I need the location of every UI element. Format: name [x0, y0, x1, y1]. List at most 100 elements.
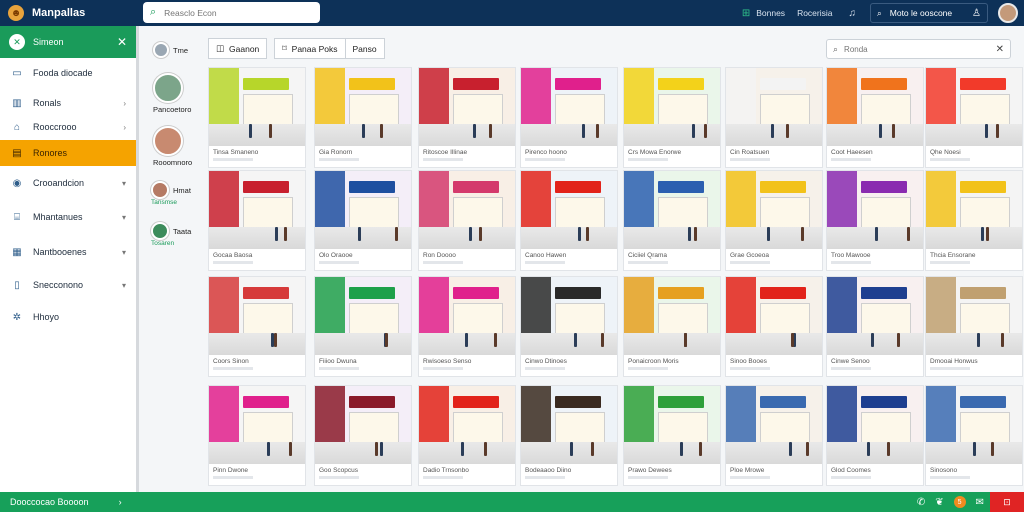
store-card[interactable]: Pinn Dwone	[208, 385, 306, 486]
chevron-down-icon: ▾	[121, 280, 126, 290]
store-card[interactable]: Pirenco hoono	[520, 67, 618, 168]
brand[interactable]: ☻ Manpallas	[8, 5, 138, 21]
store-card[interactable]: Prawo Dewees	[623, 385, 721, 486]
store-card[interactable]: Ron Doooo	[418, 170, 516, 271]
store-card[interactable]: Fiiioo Dwuna	[314, 276, 412, 377]
store-card[interactable]: Olo Oraooe	[314, 170, 412, 271]
chat-icon[interactable]: ✆	[917, 497, 925, 508]
store-thumbnail	[209, 68, 305, 146]
filter-chip-panaa-poks[interactable]: ⌑ Panaa Poks	[274, 38, 346, 59]
store-card[interactable]: Sinosono	[925, 385, 1023, 486]
store-card[interactable]: Coors Sinon	[208, 276, 306, 377]
store-card[interactable]: Crs Mowa Enorwe	[623, 67, 721, 168]
topbar-link-rocerisia[interactable]: Rocerisia	[797, 8, 832, 18]
sidebar-item-nantbooenes[interactable]: ▦ Nantbooenes ▾	[0, 239, 136, 265]
store-card-meta	[525, 261, 565, 264]
list-item[interactable]: Rooomnoro	[153, 126, 192, 167]
sidebar-item-label: Ronals	[33, 98, 62, 108]
person-subtitle: Tosaren	[151, 240, 175, 247]
store-thumbnail	[419, 277, 515, 355]
avatar	[153, 42, 169, 58]
leaf-icon[interactable]: ❦	[935, 497, 943, 508]
store-card[interactable]: Ponaicroon Moris	[623, 276, 721, 377]
store-card[interactable]: Bodeaaoo Diino	[520, 385, 618, 486]
store-card-title: Thcia Ensorane	[930, 252, 976, 259]
store-card[interactable]: Coot Haeesen	[826, 67, 924, 168]
store-card[interactable]: Qhe Noesi	[925, 67, 1023, 168]
avatar	[153, 73, 183, 103]
store-icon: ⌂	[13, 121, 21, 133]
store-card[interactable]: Tinsa Smaneno	[208, 67, 306, 168]
chevron-right-icon[interactable]: ›	[119, 497, 122, 507]
sidebar-item-crooandcion[interactable]: ◉ Crooandcion ▾	[0, 170, 136, 196]
store-card-title: Gocaa Baosa	[213, 252, 253, 259]
store-thumbnail	[726, 386, 822, 464]
filter-bar: ◫ Gaanon ⌑ Panaa Poks Panso	[208, 38, 385, 60]
store-thumbnail	[419, 68, 515, 146]
store-card[interactable]: Cinwe Senoo	[826, 276, 924, 377]
sidebar-item-ronores[interactable]: ▤ Ronores	[0, 140, 136, 166]
global-search-input[interactable]	[164, 7, 305, 18]
store-card[interactable]: Cinwo Dtinoes	[520, 276, 618, 377]
status-label[interactable]: Dooccocao Boooon	[10, 497, 89, 507]
store-card[interactable]: Dmooai Honwus	[925, 276, 1023, 377]
store-card[interactable]: Gia Ronorn	[314, 67, 412, 168]
user-icon: ♙	[972, 7, 981, 19]
avatar[interactable]	[998, 3, 1018, 23]
store-card[interactable]: Glod Coomes	[826, 385, 924, 486]
sidebar-item-hhoyo[interactable]: ✲ Hhoyo	[0, 304, 136, 330]
store-card[interactable]: Sinoo Booes	[725, 276, 823, 377]
store-card[interactable]: Ritoscoe Illinae	[418, 67, 516, 168]
store-card[interactable]: Troo Mawooe	[826, 170, 924, 271]
list-search[interactable]: ⌕ ✕	[826, 39, 1011, 59]
store-thumbnail	[926, 171, 1022, 249]
store-thumbnail	[827, 386, 923, 464]
store-card[interactable]: Thcia Ensorane	[925, 170, 1023, 271]
sidebar-item-fooda-diocade[interactable]: ▭ Fooda diocade	[0, 60, 136, 86]
sidebar-item-snecconono[interactable]: ▯ Snecconono ▾	[0, 272, 136, 298]
store-card[interactable]: Gocaa Baosa	[208, 170, 306, 271]
store-card[interactable]: Cin Roatsuen	[725, 67, 823, 168]
list-search-input[interactable]	[844, 44, 985, 54]
list-item[interactable]: Taata Tosaren	[151, 222, 191, 247]
store-card-title: Gia Ronorn	[319, 149, 353, 156]
store-card-meta	[730, 476, 770, 479]
store-card-meta	[730, 261, 770, 264]
list-item[interactable]: Hmat Tansmse	[151, 181, 191, 206]
global-search[interactable]: ⌕	[143, 2, 320, 23]
store-card[interactable]: Dadio Trnsonbo	[418, 385, 516, 486]
account-search[interactable]: ⌕ Moto le ooscone ♙	[870, 3, 988, 23]
top-bar: ☻ Manpallas ⌕ ⊞ Bonnes Rocerisia ♫ ⌕ Mot…	[0, 0, 1024, 26]
store-thumbnail	[315, 171, 411, 249]
filter-chip-label: Panaa Poks	[291, 43, 338, 54]
store-card[interactable]: Ploe Mrowe	[725, 385, 823, 486]
person-name: Tme	[173, 45, 188, 55]
filter-chip-gaanon[interactable]: ◫ Gaanon	[208, 38, 268, 59]
store-card-title: Dadio Trnsonbo	[423, 467, 469, 474]
store-card-meta	[831, 261, 871, 264]
store-card[interactable]: Goo Scopcus	[314, 385, 412, 486]
sidebar-item-label: Ronores	[33, 148, 68, 158]
sidebar-item-mhantanues[interactable]: ⌸ Mhantanues ▾	[0, 204, 136, 230]
notifications-icon[interactable]: ♫	[849, 8, 857, 19]
store-card-meta	[831, 476, 871, 479]
sidebar-item-rooccrooo[interactable]: ⌂ Rooccrooo ›	[0, 114, 136, 140]
list-item[interactable]: Tme	[153, 42, 188, 58]
sidebar-item-ronals[interactable]: ▥ Ronals ›	[0, 90, 136, 116]
store-card[interactable]: Canoo Hawen	[520, 170, 618, 271]
store-grid: Tinsa Smaneno Gia Ronorn Ritoscoe Illinae P…	[208, 67, 1023, 491]
store-card[interactable]: Grae Gcoeoa	[725, 170, 823, 271]
store-card-title: Cin Roatsuen	[730, 149, 770, 156]
topbar-link-bonnes[interactable]: ⊞ Bonnes	[742, 8, 785, 19]
store-card[interactable]: Ciciiel Qrama	[623, 170, 721, 271]
store-card[interactable]: Rwisoeso Senso	[418, 276, 516, 377]
list-item[interactable]: Pancoetoro	[153, 73, 191, 114]
avatar	[153, 126, 183, 156]
message-icon[interactable]: ✉	[976, 497, 984, 508]
record-button[interactable]: ⊡	[990, 492, 1024, 512]
notification-badge[interactable]: 5	[953, 496, 966, 508]
close-icon[interactable]: ✕	[996, 44, 1004, 55]
filter-chip-panso[interactable]: Panso	[344, 38, 385, 59]
store-thumbnail	[419, 386, 515, 464]
close-icon[interactable]: ✕	[117, 35, 127, 49]
